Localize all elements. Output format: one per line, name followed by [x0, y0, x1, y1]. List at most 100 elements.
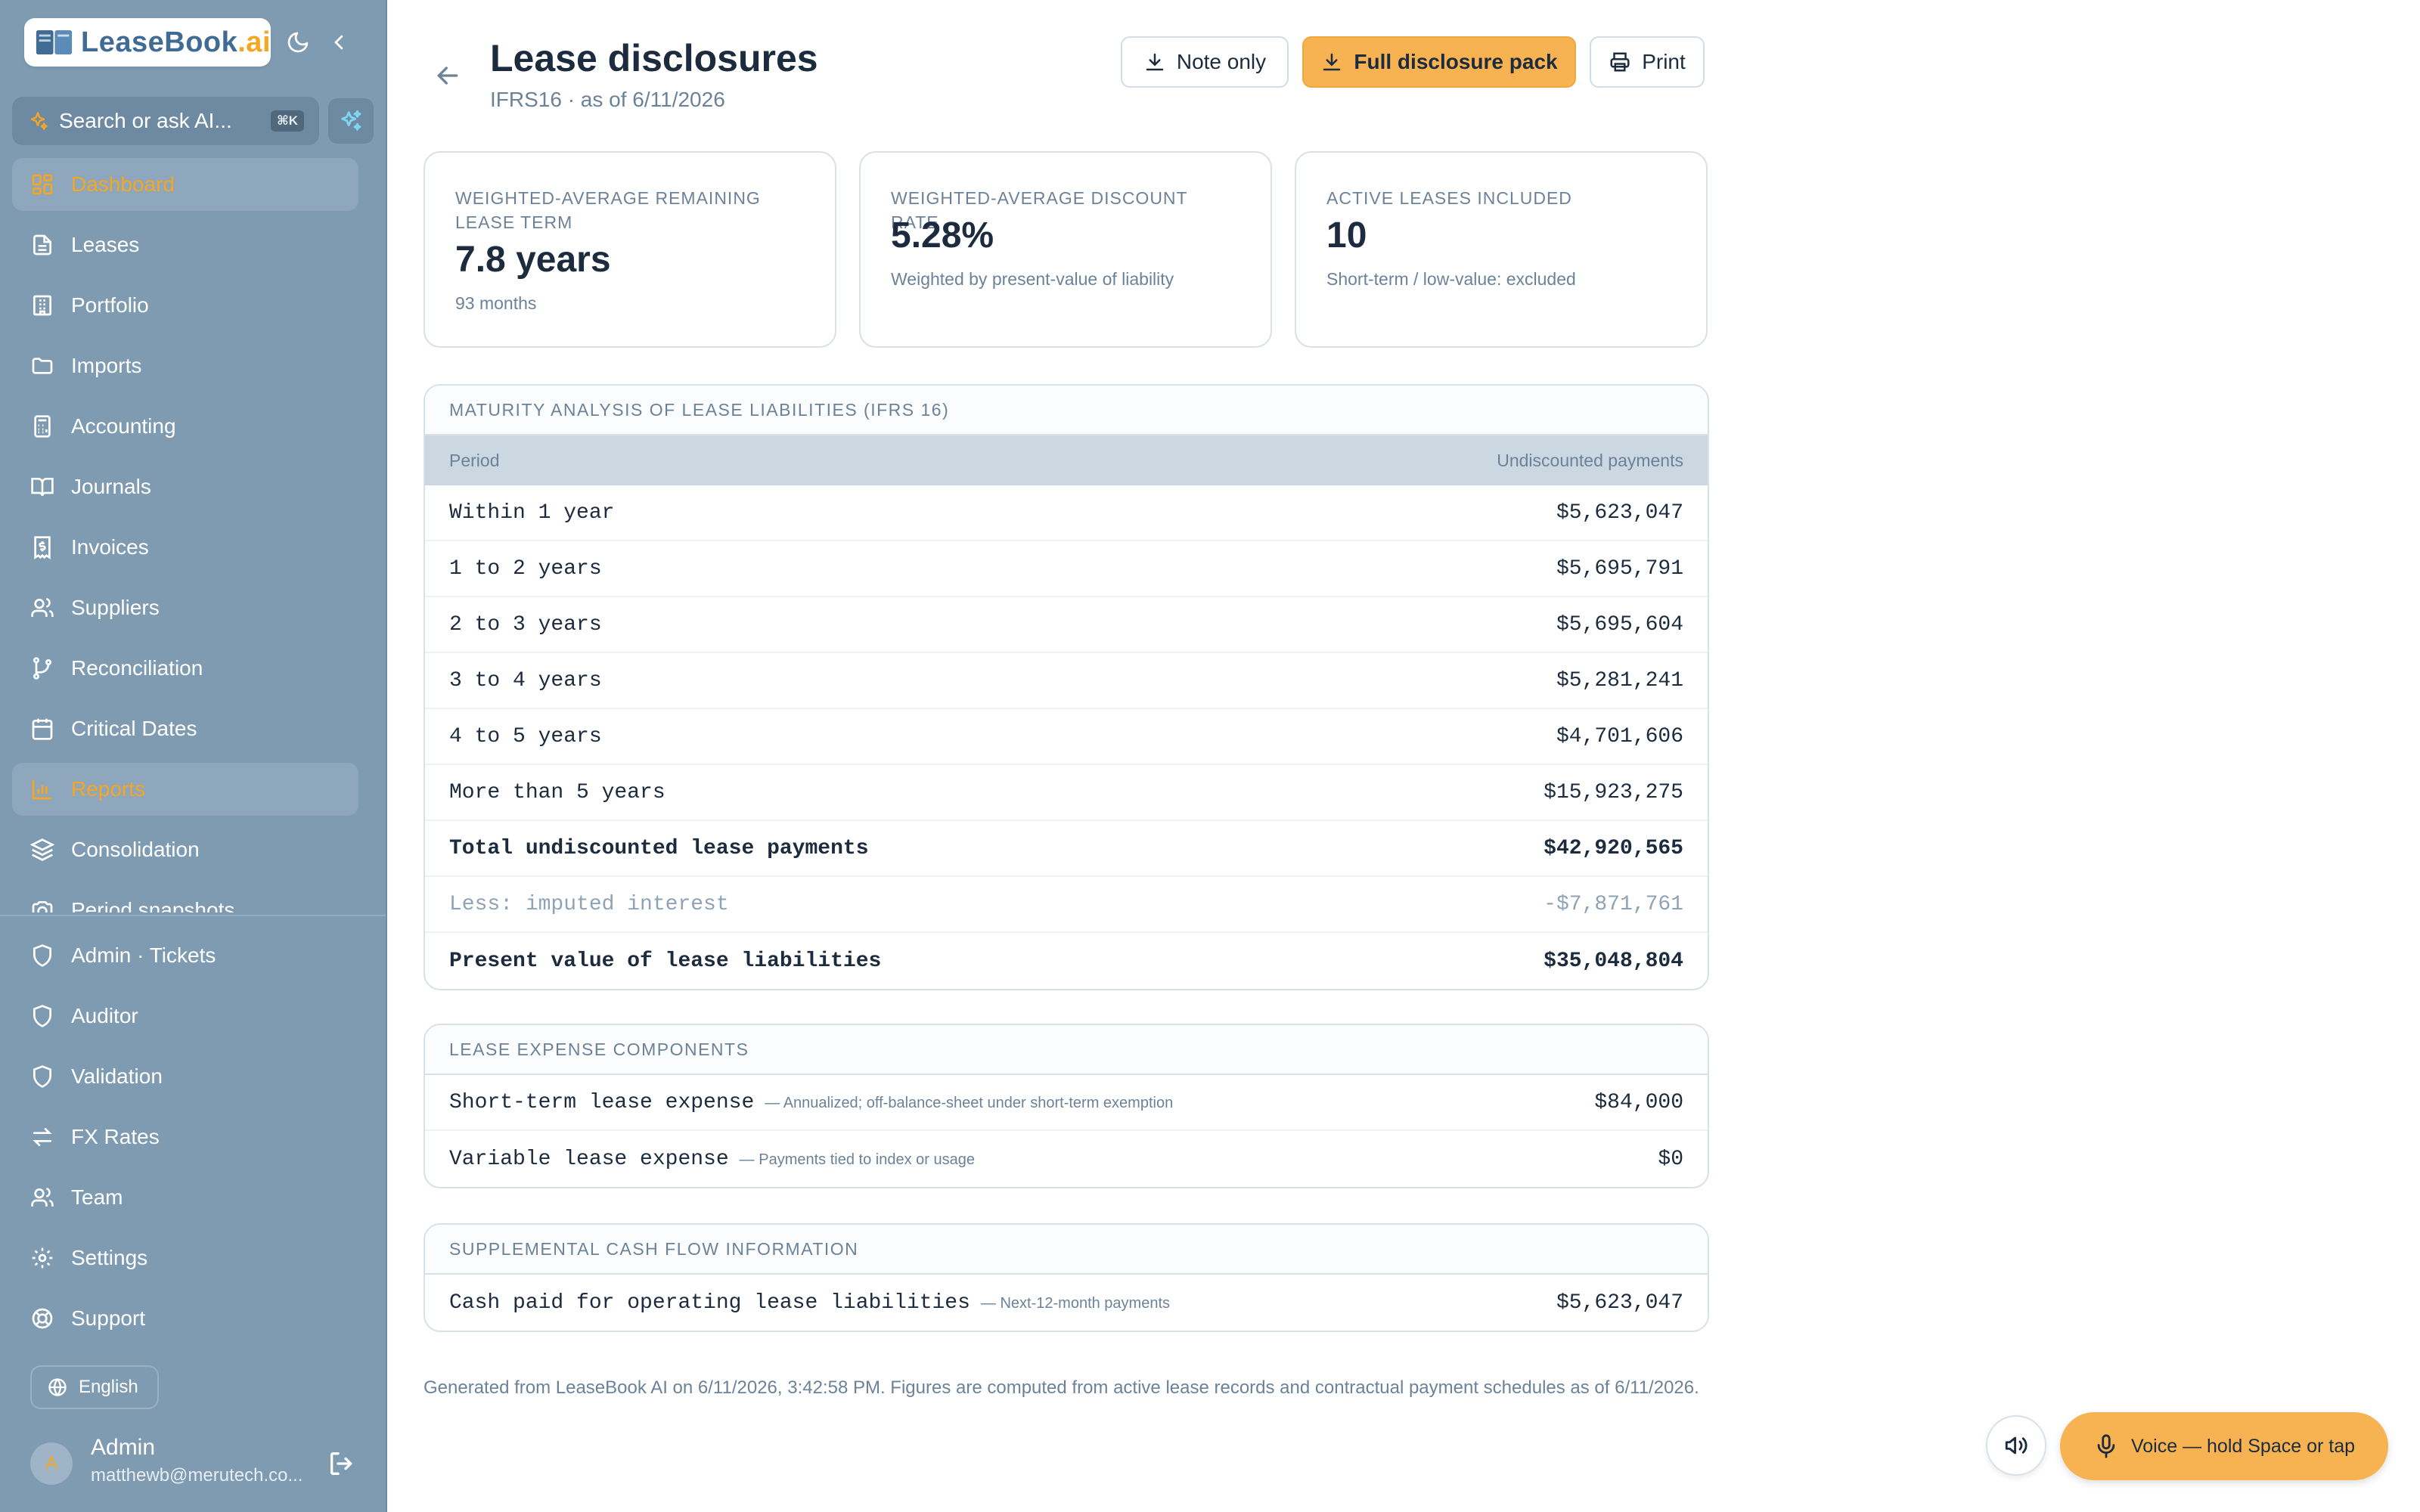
- shield-icon: [33, 1065, 51, 1088]
- sidebar-item-accounting[interactable]: Accounting: [12, 400, 358, 453]
- panel-heading: Maturity analysis of lease liabilities (…: [425, 386, 1708, 435]
- building-icon: [33, 295, 51, 316]
- sidebar-item-imports[interactable]: Imports: [12, 339, 358, 392]
- row-label: Variable lease expense: [449, 1147, 729, 1171]
- sparkles-icon: [341, 110, 361, 131]
- sidebar-item-portfolio[interactable]: Portfolio: [12, 279, 358, 332]
- book-logo-icon: [36, 29, 73, 55]
- language-selector[interactable]: English: [30, 1365, 159, 1409]
- cash-flow-table: Supplemental cash flow information Cash …: [424, 1223, 1709, 1332]
- sidebar-item-label: Critical Dates: [71, 717, 197, 740]
- brand-logo[interactable]: LeaseBook.ai: [24, 18, 271, 67]
- brand-row: LeaseBook.ai: [24, 18, 363, 67]
- sidebar-item-label: Dashboard: [71, 172, 175, 196]
- moon-icon: [287, 32, 309, 53]
- lifebuoy-icon: [32, 1308, 53, 1329]
- full-disclosure-pack-button[interactable]: Full disclosure pack: [1302, 36, 1576, 88]
- generated-footnote: Generated from LeaseBook AI on 6/11/2026…: [424, 1377, 1699, 1398]
- voice-button[interactable]: Voice — hold Space or tap: [2060, 1412, 2388, 1480]
- main-content: Lease disclosures IFRS16 · as of 6/11/20…: [387, 0, 2420, 1512]
- sidebar-item-settings[interactable]: Settings: [12, 1232, 358, 1284]
- sidebar-item-suppliers[interactable]: Suppliers: [12, 581, 358, 634]
- dashboard-icon: [32, 174, 53, 195]
- row-period: 2 to 3 years: [449, 612, 602, 637]
- sidebar-item-label: Auditor: [71, 1004, 138, 1027]
- row-note: — Payments tied to index or usage: [739, 1151, 975, 1168]
- sidebar-item-reports[interactable]: Reports: [12, 763, 358, 816]
- row-amount: $4,701,606: [1556, 724, 1683, 748]
- file-icon: [33, 234, 51, 256]
- sidebar-divider: [0, 915, 386, 916]
- table-row: 1 to 2 years $5,695,791: [425, 541, 1708, 597]
- calendar-icon: [32, 718, 53, 740]
- sidebar-item-journals[interactable]: Journals: [12, 460, 358, 513]
- sidebar-item-admin-tickets[interactable]: Admin · Tickets: [12, 929, 358, 982]
- sidebar-item-critical-dates[interactable]: Critical Dates: [12, 702, 358, 755]
- sidebar-item-support[interactable]: Support: [12, 1292, 358, 1345]
- row-period: Present value of lease liabilities: [449, 949, 882, 973]
- sidebar-item-consolidation[interactable]: Consolidation: [12, 823, 358, 876]
- sidebar-nav: Dashboard Leases Portfolio Imports Accou…: [0, 153, 386, 912]
- sidebar-item-fx-rates[interactable]: FX Rates: [12, 1111, 358, 1163]
- sidebar-item-label: Leases: [71, 233, 140, 256]
- stat-value: 10: [1326, 215, 1367, 256]
- column-header-payments: Undiscounted payments: [1497, 450, 1683, 470]
- sidebar-item-label: Journals: [71, 475, 151, 498]
- search-input[interactable]: Search or ask AI... ⌘K: [12, 97, 319, 145]
- printer-icon: [1610, 52, 1630, 72]
- row-period: 1 to 2 years: [449, 556, 602, 581]
- table-row: 2 to 3 years $5,695,604: [425, 597, 1708, 653]
- stat-value: 5.28%: [891, 215, 994, 256]
- theme-toggle-button[interactable]: [277, 21, 319, 64]
- row-amount: $5,623,047: [1556, 1290, 1683, 1315]
- row-amount: -$7,871,761: [1544, 892, 1683, 916]
- globe-icon: [48, 1378, 67, 1396]
- row-period: 3 to 4 years: [449, 668, 602, 692]
- table-row: Short-term lease expense — Annualized; of…: [425, 1075, 1708, 1131]
- row-amount: $15,923,275: [1544, 780, 1683, 804]
- download-icon: [1146, 53, 1164, 71]
- swap-icon: [33, 1128, 52, 1146]
- sidebar-item-invoices[interactable]: Invoices: [12, 521, 358, 574]
- print-button[interactable]: Print: [1590, 36, 1705, 88]
- user-name: Admin: [91, 1435, 156, 1460]
- row-amount: $0: [1658, 1147, 1683, 1171]
- search-shortcut: ⌘K: [270, 110, 304, 132]
- stat-card-active-leases: Active leases included 10 Short-term / l…: [1295, 151, 1708, 348]
- ai-assistant-button[interactable]: [328, 98, 374, 144]
- user-profile[interactable]: A Admin matthewb@merutech.co...: [30, 1433, 363, 1494]
- sound-toggle-button[interactable]: [1986, 1415, 2046, 1476]
- sidebar-item-validation[interactable]: Validation: [12, 1050, 358, 1103]
- sidebar-item-period-snapshots[interactable]: Period snapshots: [12, 884, 358, 912]
- book-icon: [31, 478, 54, 497]
- sidebar-item-auditor[interactable]: Auditor: [12, 990, 358, 1043]
- note-only-label: Note only: [1176, 50, 1267, 73]
- logout-icon[interactable]: [327, 1448, 357, 1479]
- row-period: More than 5 years: [449, 780, 666, 804]
- sidebar-item-dashboard[interactable]: Dashboard: [12, 158, 358, 211]
- row-note: — Next-12-month payments: [980, 1294, 1171, 1312]
- row-amount: $5,281,241: [1556, 668, 1683, 692]
- brand-name: LeaseBook.ai: [81, 26, 271, 58]
- language-label: English: [79, 1377, 138, 1397]
- note-only-button[interactable]: Note only: [1121, 36, 1289, 88]
- back-arrow-icon[interactable]: [433, 60, 463, 91]
- sidebar-item-label: Imports: [71, 354, 142, 377]
- sidebar: LeaseBook.ai Search or ask AI... ⌘K Dash…: [0, 0, 387, 1512]
- sidebar-item-reconciliation[interactable]: Reconciliation: [12, 642, 358, 695]
- row-label: Short-term lease expense: [449, 1090, 755, 1114]
- row-label-group: Cash paid for operating lease liabilitie…: [449, 1291, 1170, 1315]
- stat-note: Weighted by present-value of liability: [891, 269, 1174, 289]
- sidebar-item-team[interactable]: Team: [12, 1171, 358, 1224]
- table-row: 4 to 5 years $4,701,606: [425, 709, 1708, 765]
- shield-icon: [33, 1005, 51, 1027]
- table-row: Cash paid for operating lease liabilitie…: [425, 1275, 1708, 1331]
- chevron-left-icon: [334, 35, 343, 50]
- row-label: Cash paid for operating lease liabilitie…: [449, 1290, 970, 1315]
- git-branch-icon: [33, 657, 51, 680]
- row-label-group: Short-term lease expense — Annualized; of…: [449, 1091, 1173, 1114]
- collapse-sidebar-button[interactable]: [318, 21, 360, 64]
- avatar: A: [30, 1442, 73, 1485]
- sidebar-item-label: Admin · Tickets: [71, 943, 216, 967]
- sidebar-item-leases[interactable]: Leases: [12, 218, 358, 271]
